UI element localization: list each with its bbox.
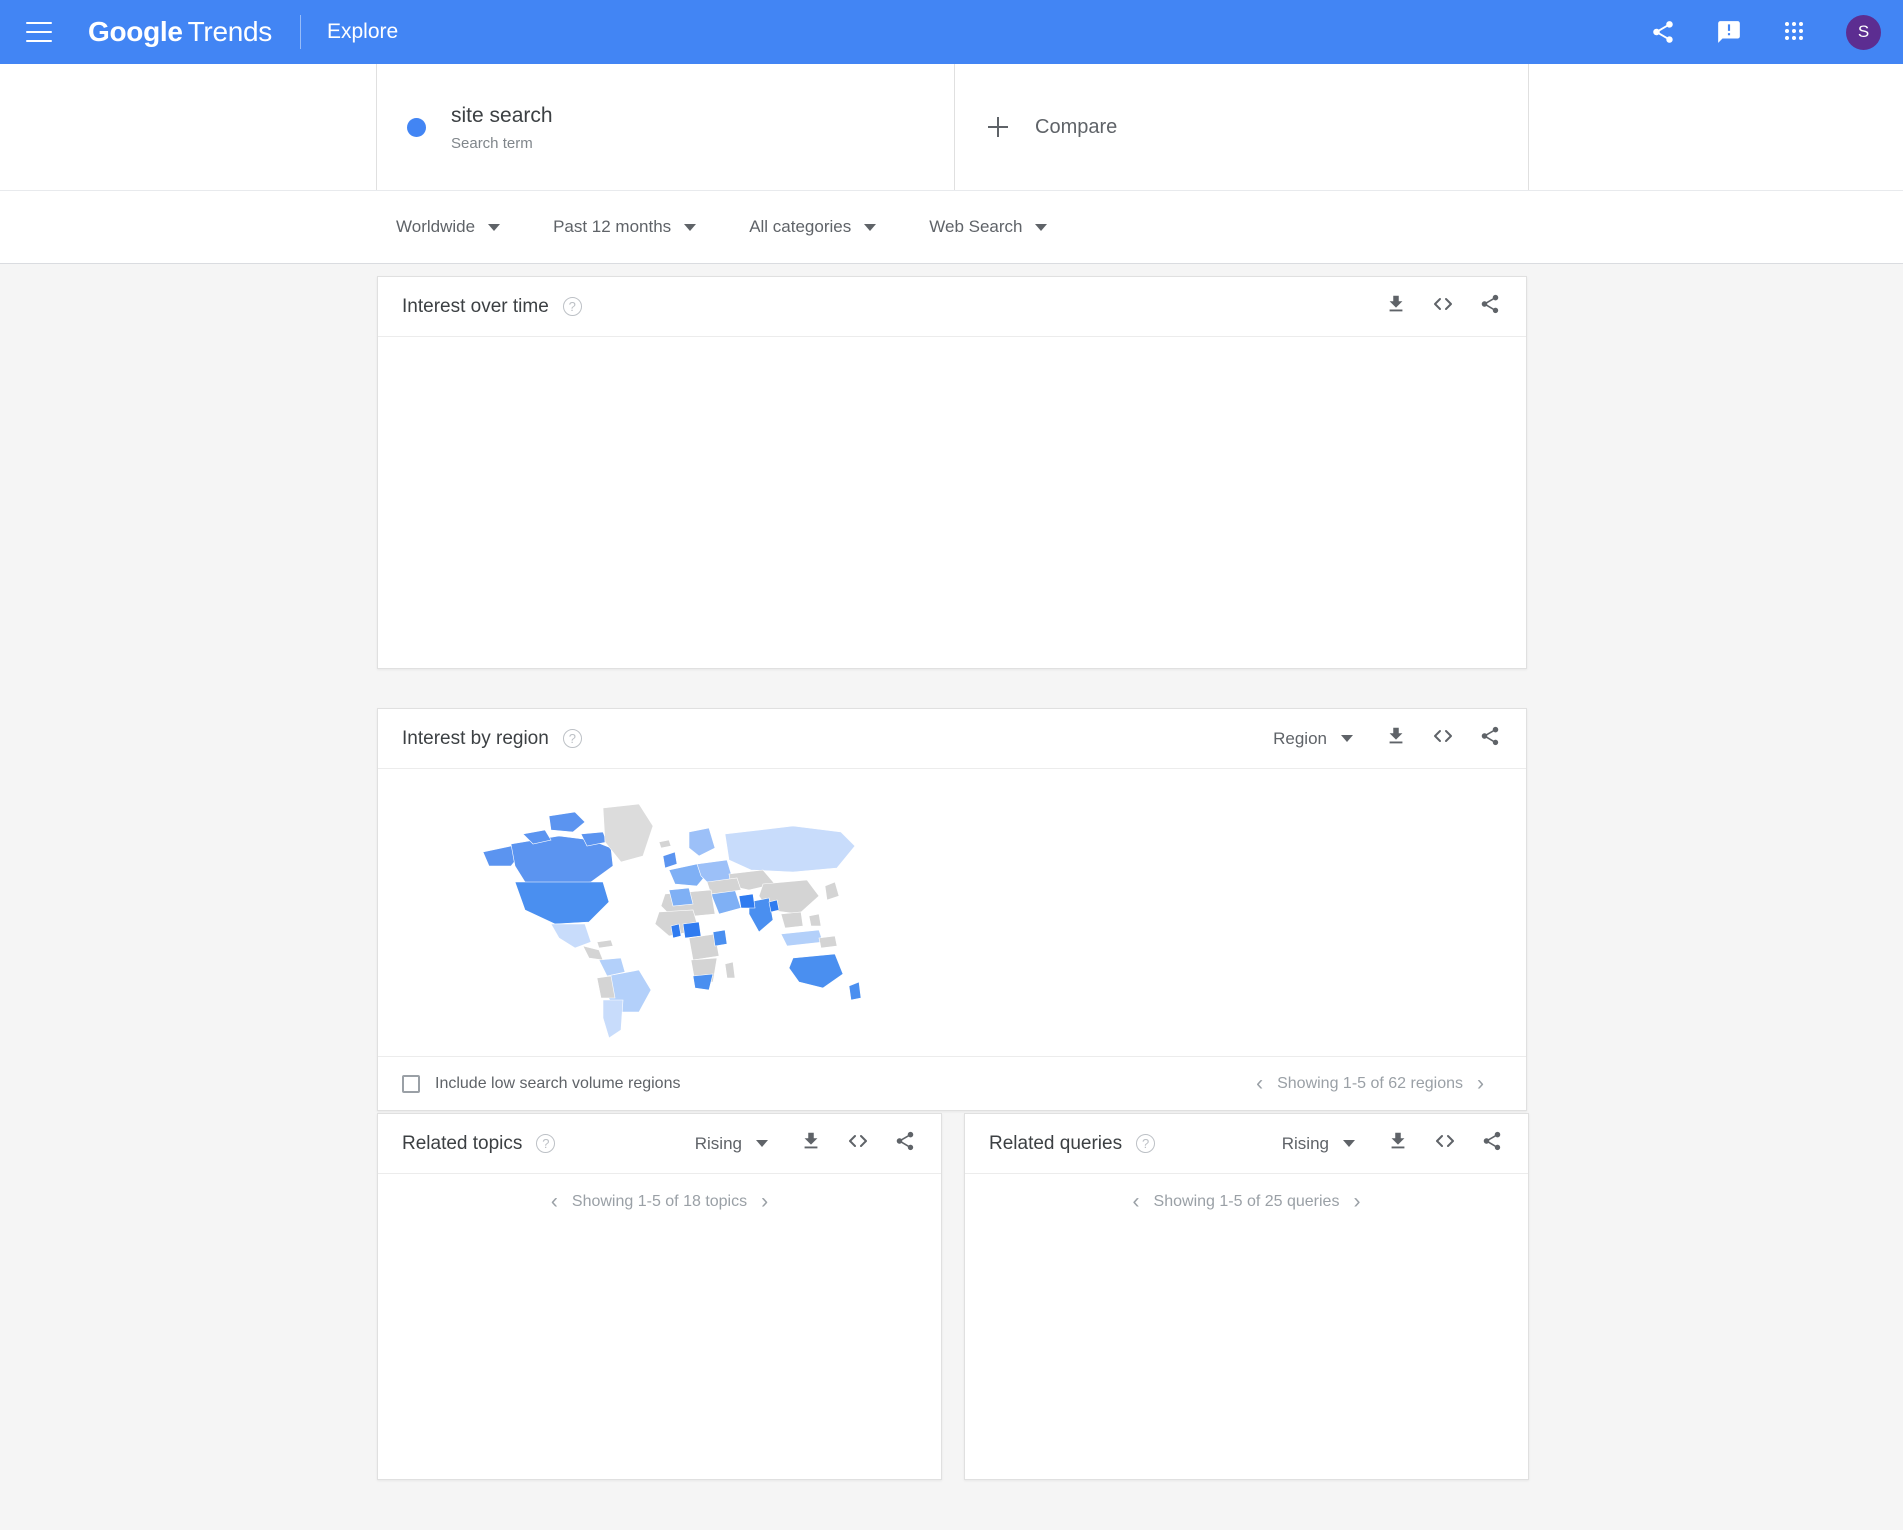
brand-google: Google (88, 16, 183, 47)
share-icon[interactable] (1481, 1130, 1503, 1157)
related-topics-pager: ‹ Showing 1-5 of 18 topics › (378, 1174, 941, 1229)
next-page-icon[interactable]: › (747, 1190, 782, 1214)
region-list (958, 769, 1526, 1056)
queries-showing-label: Showing 1-5 of 25 queries (1154, 1193, 1340, 1211)
chevron-down-icon (1341, 735, 1353, 742)
chevron-down-icon (1343, 1140, 1355, 1147)
filter-location[interactable]: Worldwide (396, 217, 500, 237)
filter-time-range-label: Past 12 months (553, 217, 671, 237)
related-queries-header: Related queries ? Rising (965, 1114, 1528, 1174)
help-icon[interactable]: ? (536, 1134, 555, 1153)
help-icon[interactable]: ? (1136, 1134, 1155, 1153)
interest-over-time-chart[interactable] (378, 337, 1526, 669)
region-footer: Include low search volume regions ‹ Show… (378, 1056, 1526, 1111)
related-topics-card: Related topics ? Rising ‹ Showing 1-5 of… (377, 1113, 942, 1480)
chevron-down-icon (756, 1140, 768, 1147)
compare-label: Compare (1035, 116, 1117, 139)
search-term-label: site search (451, 102, 553, 130)
include-low-volume-checkbox[interactable]: Include low search volume regions (402, 1075, 680, 1093)
next-page-icon[interactable]: › (1463, 1072, 1498, 1096)
embed-icon[interactable] (1431, 724, 1455, 753)
help-icon[interactable]: ? (563, 729, 582, 748)
brand-logo[interactable]: GoogleTrends (88, 16, 272, 48)
interest-by-region-card: Interest by region ? Region (377, 708, 1527, 1111)
checkbox-box (402, 1075, 420, 1093)
line-chart-svg (378, 337, 1526, 669)
filter-category[interactable]: All categories (749, 217, 876, 237)
search-term-row: site search Search term Compare (0, 64, 1903, 191)
related-queries-actions: Rising (1282, 1129, 1503, 1158)
download-icon[interactable] (800, 1130, 822, 1157)
search-term-card[interactable]: site search Search term (377, 64, 955, 190)
download-icon[interactable] (1385, 725, 1407, 752)
series-color-dot (407, 118, 426, 137)
share-icon[interactable] (1648, 17, 1678, 47)
interest-over-time-title: Interest over time (402, 296, 549, 318)
interest-by-region-body (378, 769, 1526, 1056)
region-pager: ‹ Showing 1-5 of 62 regions › (1242, 1072, 1498, 1096)
prev-page-icon[interactable]: ‹ (1242, 1072, 1277, 1096)
filter-time-range[interactable]: Past 12 months (553, 217, 696, 237)
brand-divider (300, 15, 301, 49)
world-map-svg (463, 790, 873, 1045)
topics-sort-select[interactable]: Rising (695, 1134, 768, 1154)
related-queries-card: Related queries ? Rising ‹ Showing 1-5 o… (964, 1113, 1529, 1480)
chevron-down-icon (684, 224, 696, 231)
topics-showing-label: Showing 1-5 of 18 topics (572, 1193, 747, 1211)
app-bar-actions: S (1648, 15, 1881, 50)
filter-location-label: Worldwide (396, 217, 475, 237)
share-icon[interactable] (1479, 293, 1501, 320)
next-page-icon[interactable]: › (1339, 1190, 1374, 1214)
prev-page-icon[interactable]: ‹ (537, 1190, 572, 1214)
related-topics-header: Related topics ? Rising (378, 1114, 941, 1174)
embed-icon[interactable] (1431, 292, 1455, 321)
app-bar: GoogleTrends Explore S (0, 0, 1903, 64)
queries-sort-label: Rising (1282, 1134, 1329, 1154)
chevron-down-icon (1035, 224, 1047, 231)
related-queries-pager: ‹ Showing 1-5 of 25 queries › (965, 1174, 1528, 1229)
hamburger-icon[interactable] (26, 22, 52, 42)
related-topics-actions: Rising (695, 1129, 916, 1158)
filter-search-type-label: Web Search (929, 217, 1022, 237)
explore-link[interactable]: Explore (327, 20, 398, 44)
chevron-down-icon (864, 224, 876, 231)
chevron-down-icon (488, 224, 500, 231)
interest-by-region-actions: Region (1273, 724, 1501, 753)
related-topics-title: Related topics (402, 1133, 522, 1155)
prev-page-icon[interactable]: ‹ (1119, 1190, 1154, 1214)
brand-trends: Trends (188, 16, 272, 47)
help-icon[interactable]: ? (563, 297, 582, 316)
related-queries-title: Related queries (989, 1133, 1122, 1155)
interest-over-time-actions (1385, 292, 1501, 321)
region-showing-label: Showing 1-5 of 62 regions (1277, 1075, 1463, 1093)
queries-sort-select[interactable]: Rising (1282, 1134, 1355, 1154)
filter-category-label: All categories (749, 217, 851, 237)
interest-over-time-card: Interest over time ? (377, 276, 1527, 669)
plus-icon (988, 117, 1008, 137)
filter-search-type[interactable]: Web Search (929, 217, 1047, 237)
left-gutter (0, 64, 377, 190)
share-icon[interactable] (1479, 725, 1501, 752)
compare-button[interactable]: Compare (955, 64, 1529, 190)
share-icon[interactable] (894, 1130, 916, 1157)
avatar[interactable]: S (1846, 15, 1881, 50)
search-term-type: Search term (451, 135, 553, 152)
interest-over-time-header: Interest over time ? (378, 277, 1526, 337)
embed-icon[interactable] (846, 1129, 870, 1158)
embed-icon[interactable] (1433, 1129, 1457, 1158)
download-icon[interactable] (1387, 1130, 1409, 1157)
feedback-icon[interactable] (1714, 17, 1744, 47)
download-icon[interactable] (1385, 293, 1407, 320)
region-scope-select[interactable]: Region (1273, 729, 1353, 749)
world-map[interactable] (378, 769, 958, 1056)
interest-by-region-title: Interest by region (402, 728, 549, 750)
filter-bar: Worldwide Past 12 months All categories … (0, 191, 1903, 264)
interest-by-region-header: Interest by region ? Region (378, 709, 1526, 769)
topics-sort-label: Rising (695, 1134, 742, 1154)
region-scope-label: Region (1273, 729, 1327, 749)
include-low-volume-label: Include low search volume regions (435, 1075, 680, 1093)
apps-grid-icon[interactable] (1780, 17, 1810, 47)
